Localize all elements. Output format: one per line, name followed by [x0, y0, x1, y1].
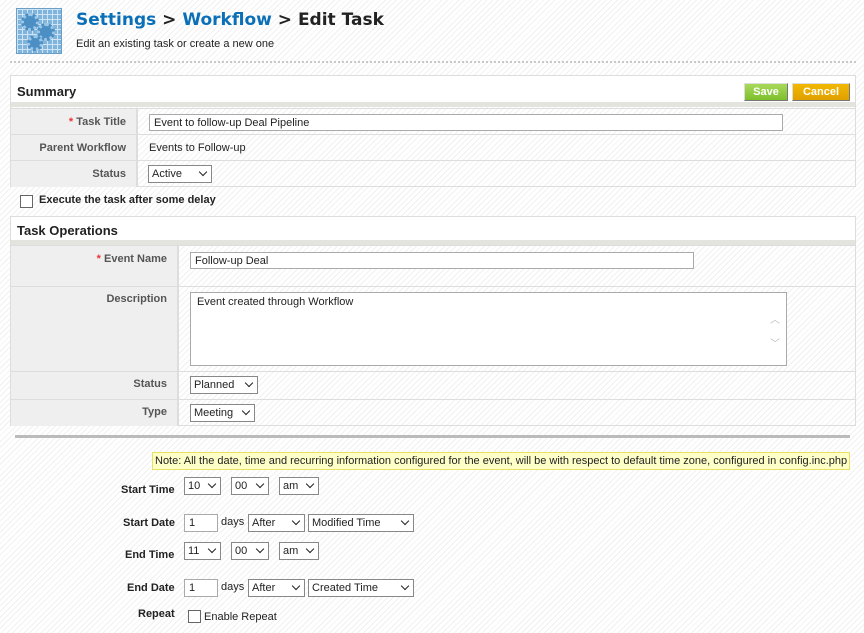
- repeat-label: Repeat: [138, 608, 175, 620]
- breadcrumb-workflow[interactable]: Workflow: [182, 10, 272, 30]
- status-label: Status: [11, 161, 138, 187]
- page-subtitle: Edit an existing task or create a new on…: [76, 38, 275, 50]
- section-title: Task Operations: [17, 223, 118, 238]
- breadcrumb-separator: >: [162, 10, 177, 30]
- start-days-unit: days: [221, 516, 245, 528]
- execute-delay-checkbox[interactable]: [20, 195, 33, 208]
- task-title-input[interactable]: Event to follow-up Deal Pipeline: [149, 114, 783, 131]
- breadcrumb-current: Edit Task: [297, 10, 384, 30]
- divider: [10, 61, 856, 63]
- timezone-note: Note: All the date, time and recurring i…: [152, 452, 850, 470]
- end-hour-select[interactable]: 11: [184, 542, 221, 560]
- page-title: Settings > Workflow > Edit Task: [76, 10, 384, 30]
- description-textarea[interactable]: Event created through Workflow ︿ ﹀: [190, 292, 787, 366]
- start-minute-select[interactable]: 00: [231, 477, 269, 495]
- breadcrumb-separator: >: [277, 10, 293, 30]
- start-days-input[interactable]: 1: [184, 514, 218, 532]
- enable-repeat-label: Enable Repeat: [204, 611, 277, 623]
- execute-delay-label: Execute the task after some delay: [39, 194, 216, 206]
- start-direction-select[interactable]: After: [248, 514, 305, 532]
- start-time-label: Start Time: [121, 484, 175, 496]
- scroll-down-icon[interactable]: ﹀: [770, 335, 780, 350]
- parent-workflow-value: Events to Follow-up: [149, 142, 246, 154]
- task-operations-header: Task Operations: [11, 217, 855, 245]
- summary-section: Summary Save Cancel * Task Title Event t…: [10, 75, 856, 187]
- status-select[interactable]: Active: [148, 165, 212, 183]
- save-button[interactable]: Save: [744, 83, 788, 101]
- separator: [15, 435, 850, 438]
- description-text: Event created through Workflow: [197, 296, 354, 308]
- end-days-input[interactable]: 1: [184, 579, 218, 597]
- end-minute-select[interactable]: 00: [231, 542, 269, 560]
- parent-workflow-label: Parent Workflow: [11, 135, 138, 160]
- start-ampm-select[interactable]: am: [279, 477, 319, 495]
- scroll-up-icon[interactable]: ︿: [770, 311, 780, 326]
- end-date-label: End Date: [127, 582, 175, 594]
- cancel-button[interactable]: Cancel: [792, 83, 850, 101]
- description-label: Description: [11, 287, 179, 371]
- workflow-logo-icon: [16, 8, 62, 54]
- event-name-label: Event Name: [104, 253, 167, 265]
- event-status-label: Status: [11, 372, 179, 399]
- event-name-input[interactable]: Follow-up Deal: [190, 252, 694, 269]
- start-hour-select[interactable]: 10: [184, 477, 221, 495]
- end-days-unit: days: [221, 581, 245, 593]
- event-status-select[interactable]: Planned: [190, 376, 258, 394]
- event-type-label: Type: [11, 400, 179, 426]
- end-direction-select[interactable]: After: [248, 579, 305, 597]
- end-ampm-select[interactable]: am: [279, 542, 319, 560]
- section-title: Summary: [17, 84, 77, 99]
- end-reference-select[interactable]: Created Time: [308, 579, 414, 597]
- event-type-select[interactable]: Meeting: [190, 404, 255, 422]
- task-operations-section: Task Operations * Event Name Follow-up D…: [10, 216, 856, 426]
- end-time-label: End Time: [125, 549, 175, 561]
- start-reference-select[interactable]: Modified Time: [308, 514, 414, 532]
- summary-header: Summary: [11, 76, 855, 107]
- task-title-label: Task Title: [76, 116, 126, 128]
- breadcrumb-settings[interactable]: Settings: [76, 10, 156, 30]
- enable-repeat-checkbox[interactable]: [188, 610, 201, 623]
- start-date-label: Start Date: [123, 517, 175, 529]
